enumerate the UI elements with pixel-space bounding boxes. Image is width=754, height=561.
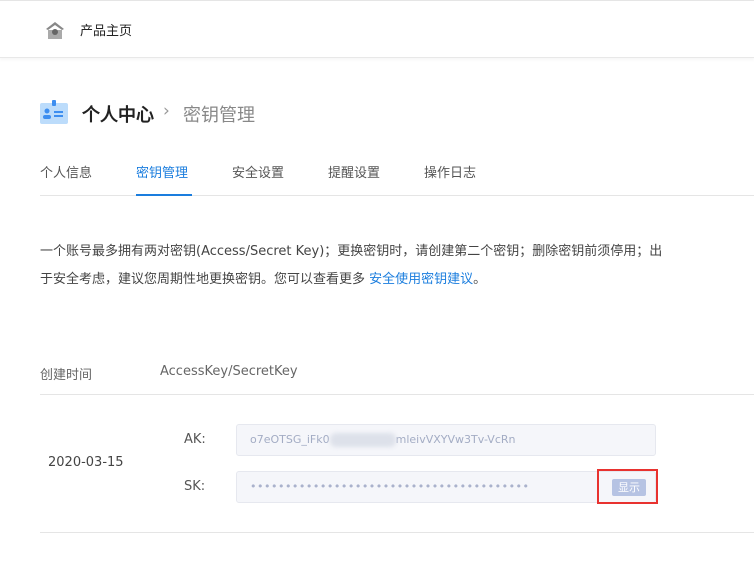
ak-prefix: o7eOTSG_iFk0	[250, 433, 330, 446]
tab-key-management[interactable]: 密钥管理	[136, 162, 188, 181]
tab-bar: 个人信息 密钥管理 安全设置 提醒设置 操作日志	[40, 150, 754, 196]
home-icon[interactable]	[45, 21, 65, 39]
breadcrumb-current: 密钥管理	[183, 105, 255, 126]
description-suffix: 。	[473, 272, 487, 287]
ak-suffix: mleivVXYVw3Tv-VcRn	[395, 433, 516, 446]
ak-label: AK:	[184, 432, 206, 447]
secret-key-field[interactable]: ••••••••••••••••••••••••••••••••••••••••	[236, 471, 656, 503]
sk-label: SK:	[184, 479, 206, 494]
access-key-field[interactable]: o7eOTSG_iFk0 mleivVXYVw3Tv-VcRn	[236, 424, 656, 456]
tab-reminder-settings[interactable]: 提醒设置	[328, 162, 380, 181]
redacted-blur	[329, 433, 396, 447]
active-tab-indicator	[136, 194, 192, 196]
column-header-keys: AccessKey/SecretKey	[160, 364, 298, 379]
description-text: 一个账号最多拥有两对密钥(Access/Secret Key)；更换密钥时，请创…	[40, 244, 663, 287]
description: 一个账号最多拥有两对密钥(Access/Secret Key)；更换密钥时，请创…	[40, 238, 670, 294]
tab-personal-info[interactable]: 个人信息	[40, 162, 92, 181]
sk-masked-value: ••••••••••••••••••••••••••••••••••••••••	[250, 480, 530, 493]
page-title[interactable]: 个人中心	[82, 101, 154, 127]
created-date: 2020-03-15	[48, 455, 124, 470]
column-header-created: 创建时间	[40, 368, 93, 383]
highlight-box	[597, 469, 658, 504]
top-bar: 产品主页	[0, 0, 754, 58]
tab-security-settings[interactable]: 安全设置	[232, 162, 284, 181]
id-card-icon	[40, 100, 68, 124]
security-advice-link[interactable]: 安全使用密钥建议	[369, 272, 473, 287]
divider	[40, 394, 754, 395]
breadcrumb-separator: ›	[163, 101, 170, 121]
home-link[interactable]: 产品主页	[80, 20, 132, 39]
tab-operation-log[interactable]: 操作日志	[424, 162, 476, 181]
divider	[40, 532, 754, 533]
